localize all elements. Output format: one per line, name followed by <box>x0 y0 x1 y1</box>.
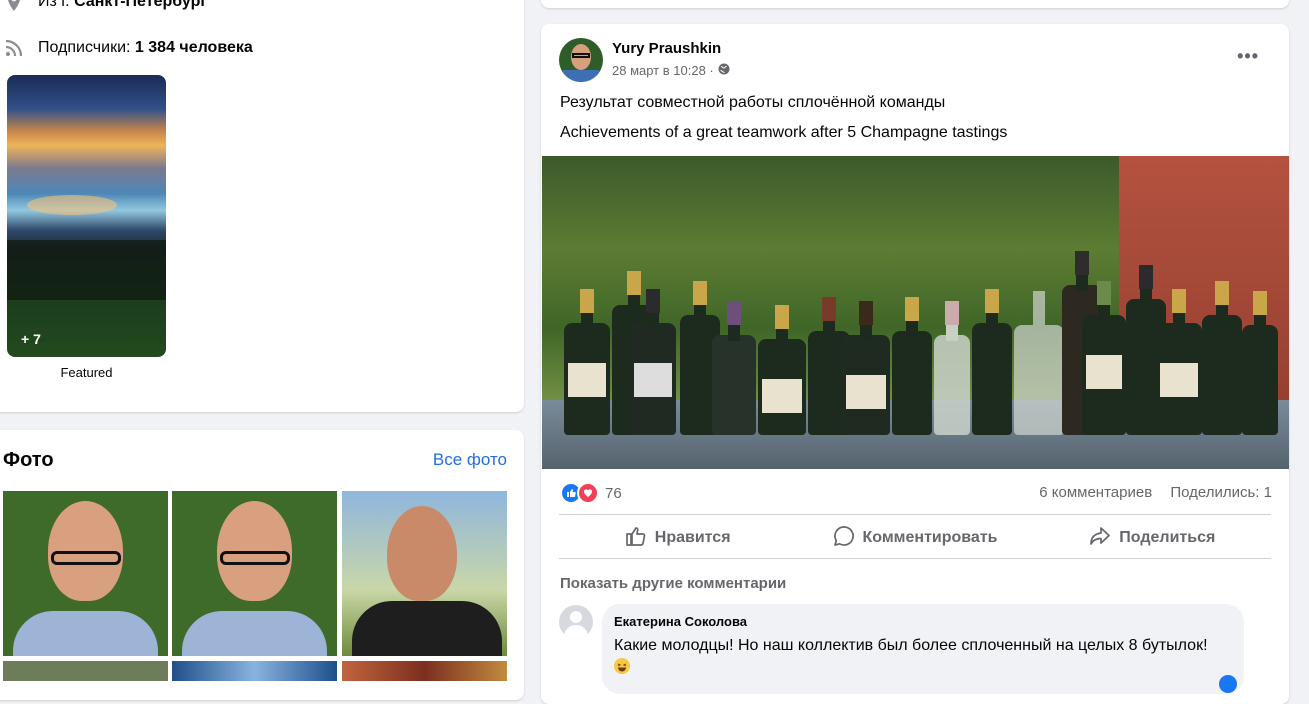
love-reaction-icon <box>577 482 599 504</box>
show-more-comments-link[interactable]: Показать другие комментарии <box>560 575 786 592</box>
photo-thumbnail[interactable] <box>3 491 168 656</box>
share-label: Поделиться <box>1119 529 1216 546</box>
post-date-link[interactable]: 28 март в 10:28 · <box>612 63 714 78</box>
featured-story-thumbnail[interactable]: + 7 <box>7 75 166 357</box>
shares-count-link[interactable]: Поделились: 1 <box>1170 484 1272 501</box>
commenter-avatar[interactable] <box>559 605 593 639</box>
comment-bubble-icon <box>833 525 855 552</box>
photos-card: Фото Все фото <box>0 430 524 700</box>
post-meta: 28 март в 10:28 · <box>612 63 730 78</box>
location-pin-icon <box>4 0 24 12</box>
from-city-row: Из г. Санкт-Петербург <box>4 0 207 12</box>
like-label: Нравится <box>654 529 731 546</box>
share-button[interactable]: Поделиться <box>1034 518 1271 558</box>
author-avatar[interactable] <box>559 38 603 82</box>
previous-post-card <box>541 0 1289 8</box>
post-text-ru: Результат совместной работы сплочённой к… <box>560 94 946 111</box>
post-author-link[interactable]: Yury Praushkin <box>612 40 721 57</box>
divider <box>559 558 1271 559</box>
post-stats: 6 комментариев Поделились: 1 <box>1025 484 1272 501</box>
like-button[interactable]: Нравится <box>559 518 796 558</box>
from-city-link[interactable]: Санкт-Петербург <box>74 0 207 11</box>
comment-author-link[interactable]: Екатерина Соколова <box>614 614 747 629</box>
post-options-button[interactable]: ••• <box>1237 46 1259 67</box>
thumbs-up-icon <box>625 525 647 552</box>
photo-thumbnail[interactable] <box>172 661 337 681</box>
globe-icon <box>718 63 730 78</box>
rss-icon <box>4 38 24 58</box>
featured-label: Featured <box>60 365 113 380</box>
comments-count-link[interactable]: 6 комментариев <box>1039 484 1152 501</box>
reaction-indicator <box>1219 675 1237 693</box>
post-card: Yury Praushkin 28 март в 10:28 · ••• Рез… <box>541 24 1289 704</box>
reaction-summary[interactable]: 76 <box>560 482 622 504</box>
divider <box>559 514 1271 515</box>
comment-bubble: Екатерина Соколова Какие молодцы! Но наш… <box>602 604 1244 694</box>
featured-more-count: + 7 <box>21 331 41 347</box>
photo-thumbnail[interactable] <box>342 491 507 656</box>
share-arrow-icon <box>1089 525 1111 552</box>
followers-count-link[interactable]: 1 384 человека <box>135 39 253 57</box>
followers-prefix: Подписчики: <box>38 39 131 56</box>
intro-card: Из г. Санкт-Петербург Подписчики: 1 384 … <box>0 0 524 412</box>
photo-thumbnail[interactable] <box>342 661 507 681</box>
post-photo[interactable] <box>542 156 1289 469</box>
photo-thumbnail[interactable] <box>172 491 337 656</box>
followers-row: Подписчики: 1 384 человека <box>4 38 253 58</box>
all-photos-link[interactable]: Все фото <box>433 450 507 470</box>
photo-thumbnail[interactable] <box>3 661 168 681</box>
photos-title: Фото <box>3 449 54 471</box>
comment-button[interactable]: Комментировать <box>796 518 1033 558</box>
post-text-en: Achievements of a great teamwork after 5… <box>560 124 1008 141</box>
reaction-count: 76 <box>605 484 622 502</box>
comment-label: Комментировать <box>862 529 998 546</box>
laughing-emoji-icon <box>614 658 630 674</box>
comment-text-body: Какие молодцы! Но наш коллектив был боле… <box>614 637 1208 654</box>
from-prefix: Из г. <box>38 0 70 10</box>
post-actions: Нравится Комментировать Поделиться <box>559 518 1271 558</box>
comment-text: Какие молодцы! Но наш коллектив был боле… <box>614 635 1234 679</box>
